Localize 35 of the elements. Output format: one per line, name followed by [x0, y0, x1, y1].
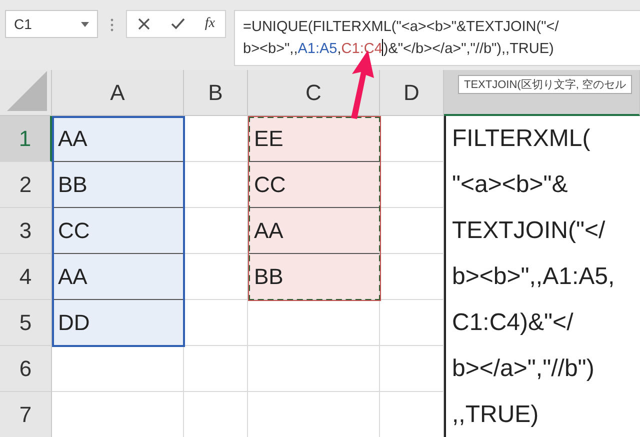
- row-header[interactable]: 2: [0, 162, 52, 208]
- table-cell: AA: [248, 208, 380, 254]
- column-header[interactable]: C: [248, 70, 380, 116]
- empty-cell[interactable]: [184, 346, 248, 392]
- empty-cell[interactable]: [248, 346, 380, 392]
- column-header[interactable]: D: [380, 70, 444, 116]
- text-cursor: [382, 39, 384, 56]
- table-cell: CC: [52, 208, 184, 254]
- row-header[interactable]: 5: [0, 300, 52, 346]
- row-header[interactable]: 6: [0, 346, 52, 392]
- cell-text[interactable]: FILTERXML( "<a><b>"& TEXTJOIN("</ b><b>",,A1:A5, C1:C4)&"</ b></a>","//b") ,,TRUE): [444, 116, 640, 437]
- table-cell: EE: [248, 116, 380, 162]
- table-cell: CC: [248, 162, 380, 208]
- function-tooltip: TEXTJOIN(区切り文字, 空のセル: [458, 75, 632, 94]
- table-cell: AA: [52, 116, 184, 162]
- name-box[interactable]: C1: [5, 10, 98, 38]
- formula-bar[interactable]: =UNIQUE(FILTERXML("<a><b>"&TEXTJOIN("</ b><b>",,A1:A5,C1:C4)&"</b></a>","//b"),,TRUE): [234, 10, 640, 66]
- empty-cell[interactable]: [380, 346, 444, 392]
- empty-cell[interactable]: [380, 300, 444, 346]
- dropdown-caret-icon[interactable]: [81, 22, 89, 26]
- row-header[interactable]: 7: [0, 392, 52, 437]
- cancel-icon[interactable]: [136, 17, 151, 31]
- table-cell: AA: [52, 254, 184, 300]
- row-header[interactable]: 4: [0, 254, 52, 300]
- column-header[interactable]: B: [184, 70, 248, 116]
- empty-cell[interactable]: [248, 300, 380, 346]
- drag-handle-icon[interactable]: [110, 18, 114, 32]
- row-header[interactable]: 3: [0, 208, 52, 254]
- table-cell: DD: [52, 300, 184, 346]
- column-header[interactable]: A: [52, 70, 184, 116]
- insert-function-button[interactable]: fx: [204, 16, 215, 32]
- check-icon[interactable]: [170, 17, 185, 31]
- table-cell: BB: [52, 162, 184, 208]
- row-header[interactable]: 1: [0, 116, 52, 162]
- table-cell: BB: [248, 254, 380, 300]
